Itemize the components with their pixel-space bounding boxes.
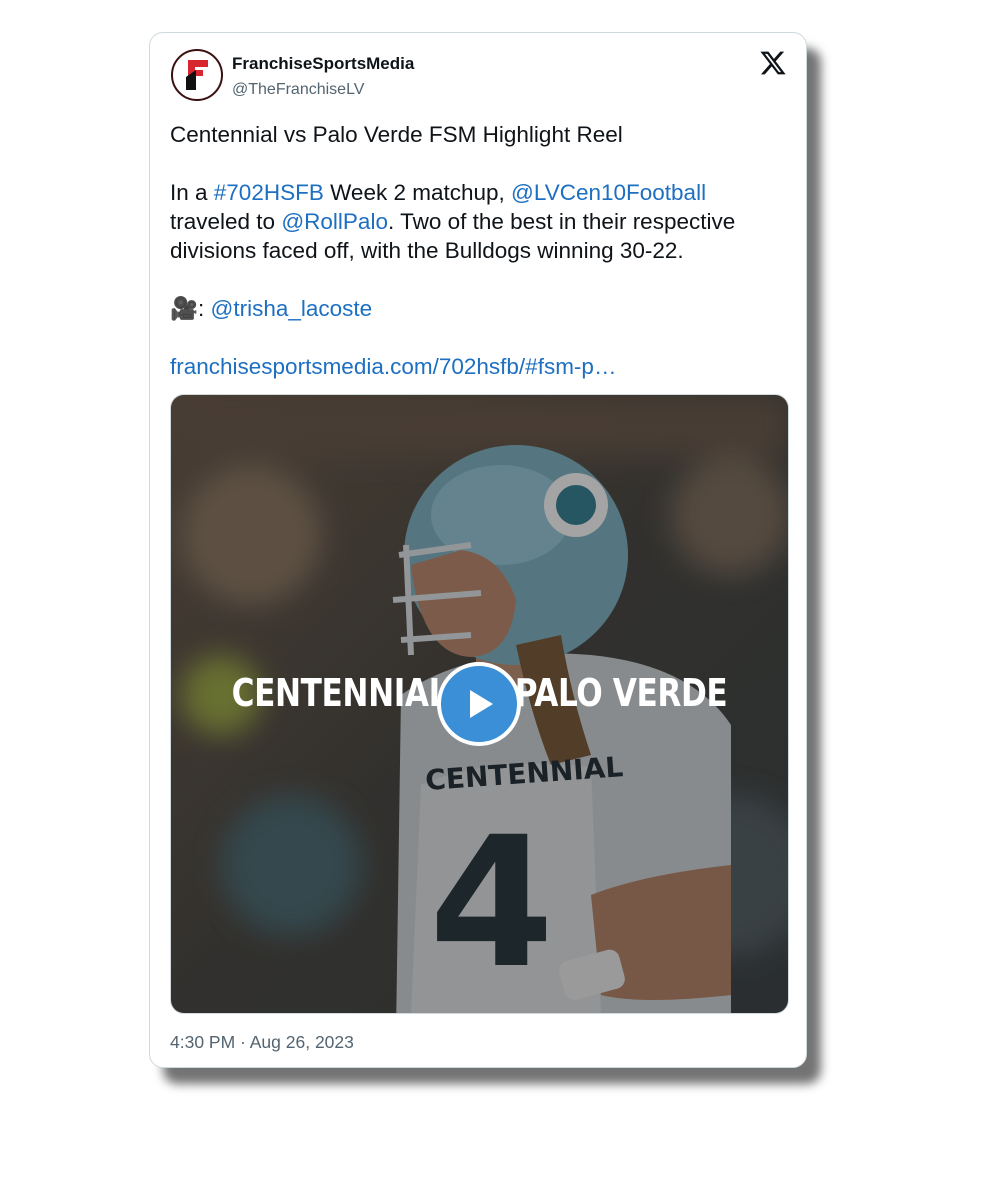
- tweet-timestamp[interactable]: 4:30 PM · Aug 26, 2023: [170, 1032, 354, 1053]
- author-handle[interactable]: @TheFranchiseLV: [232, 81, 364, 99]
- text-segment: In a: [170, 180, 214, 205]
- tweet-line-3: divisions faced off, with the Bulldogs w…: [170, 238, 684, 263]
- author-avatar[interactable]: [171, 49, 223, 101]
- tweet-text: Centennial vs Palo Verde FSM Highlight R…: [170, 120, 795, 381]
- tweet-credit-line: 🎥: @trisha_lacoste: [170, 294, 795, 323]
- mention-credit-link[interactable]: @trisha_lacoste: [211, 296, 373, 321]
- tweet-line-2: traveled to @RollPalo. Two of the best i…: [170, 207, 795, 236]
- mention-opponent-link[interactable]: @RollPalo: [281, 209, 388, 234]
- author-name[interactable]: FranchiseSportsMedia: [232, 54, 414, 74]
- hashtag-link[interactable]: #702HSFB: [214, 180, 324, 205]
- text-segment: :: [198, 296, 211, 321]
- camera-emoji-icon: 🎥: [170, 296, 199, 321]
- play-button[interactable]: [437, 662, 521, 746]
- text-segment: . Two of the best in their respective: [387, 209, 736, 234]
- video-thumbnail[interactable]: CENTENNIAL 4 CENTENNIAL VS PALO VERDE: [170, 394, 789, 1014]
- tweet-title-line: Centennial vs Palo Verde FSM Highlight R…: [170, 122, 623, 147]
- play-icon: [470, 690, 493, 718]
- franchise-logo-icon: [186, 60, 208, 90]
- tweet-card: FranchiseSportsMedia @TheFranchiseLV Cen…: [149, 32, 807, 1068]
- tweet-line-1: In a #702HSFB Week 2 matchup, @LVCen10Fo…: [170, 178, 795, 207]
- x-logo-icon[interactable]: [759, 49, 787, 77]
- tweet-url-link[interactable]: franchisesportsmedia.com/702hsfb/#fsm-p…: [170, 354, 616, 379]
- text-segment: traveled to: [170, 209, 282, 234]
- mention-team-link[interactable]: @LVCen10Football: [511, 180, 706, 205]
- text-segment: Week 2 matchup,: [323, 180, 512, 205]
- tweet-url-line: franchisesportsmedia.com/702hsfb/#fsm-p…: [170, 352, 795, 381]
